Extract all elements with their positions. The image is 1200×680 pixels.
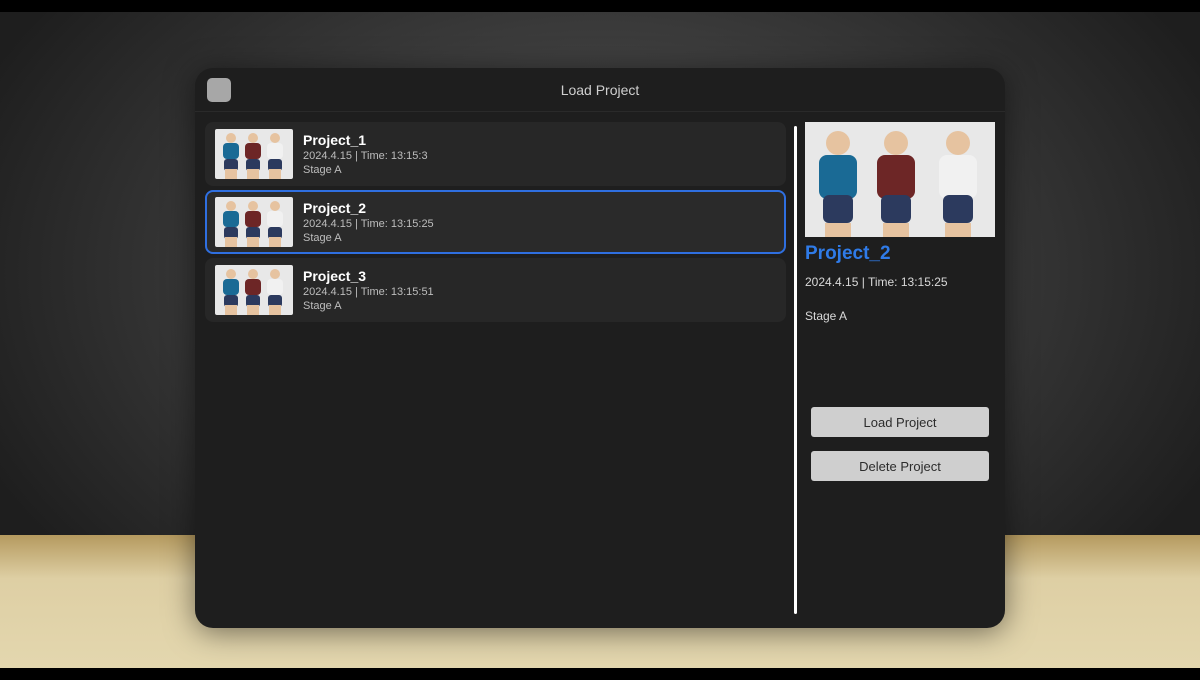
project-row-text: Project_2 2024.4.15 | Time: 13:15:25 Sta… <box>303 200 434 244</box>
letterbox-bottom <box>0 668 1200 680</box>
project-stage: Stage A <box>303 232 434 244</box>
detail-project-name: Project_2 <box>805 243 995 265</box>
detail-buttons: Load Project Delete Project <box>805 407 995 481</box>
project-list: Project_1 2024.4.15 | Time: 13:15:3 Stag… <box>205 122 786 618</box>
project-thumbnail <box>215 265 293 315</box>
modal-body: Project_1 2024.4.15 | Time: 13:15:3 Stag… <box>195 112 1005 628</box>
detail-panel: Project_2 2024.4.15 | Time: 13:15:25 Sta… <box>805 122 995 618</box>
project-stage: Stage A <box>303 300 434 312</box>
detail-timestamp: 2024.4.15 | Time: 13:15:25 <box>805 275 995 289</box>
project-timestamp: 2024.4.15 | Time: 13:15:51 <box>303 286 434 298</box>
project-row[interactable]: Project_3 2024.4.15 | Time: 13:15:51 Sta… <box>205 258 786 322</box>
modal-title: Load Project <box>561 82 640 98</box>
letterbox-top <box>0 0 1200 12</box>
project-row[interactable]: Project_2 2024.4.15 | Time: 13:15:25 Sta… <box>205 190 786 254</box>
vertical-divider <box>794 126 797 614</box>
modal-header: Load Project <box>195 68 1005 112</box>
delete-project-button[interactable]: Delete Project <box>811 451 989 481</box>
project-name: Project_1 <box>303 132 428 148</box>
project-name: Project_3 <box>303 268 434 284</box>
detail-thumbnail <box>805 122 995 237</box>
project-thumbnail <box>215 129 293 179</box>
project-row-text: Project_1 2024.4.15 | Time: 13:15:3 Stag… <box>303 132 428 176</box>
detail-stage: Stage A <box>805 309 995 323</box>
project-name: Project_2 <box>303 200 434 216</box>
project-stage: Stage A <box>303 164 428 176</box>
project-timestamp: 2024.4.15 | Time: 13:15:25 <box>303 218 434 230</box>
load-project-modal: Load Project Project_1 2024.4.15 | Time:… <box>195 68 1005 628</box>
project-timestamp: 2024.4.15 | Time: 13:15:3 <box>303 150 428 162</box>
project-row[interactable]: Project_1 2024.4.15 | Time: 13:15:3 Stag… <box>205 122 786 186</box>
load-project-button[interactable]: Load Project <box>811 407 989 437</box>
project-row-text: Project_3 2024.4.15 | Time: 13:15:51 Sta… <box>303 268 434 312</box>
project-thumbnail <box>215 197 293 247</box>
close-button[interactable] <box>207 78 231 102</box>
